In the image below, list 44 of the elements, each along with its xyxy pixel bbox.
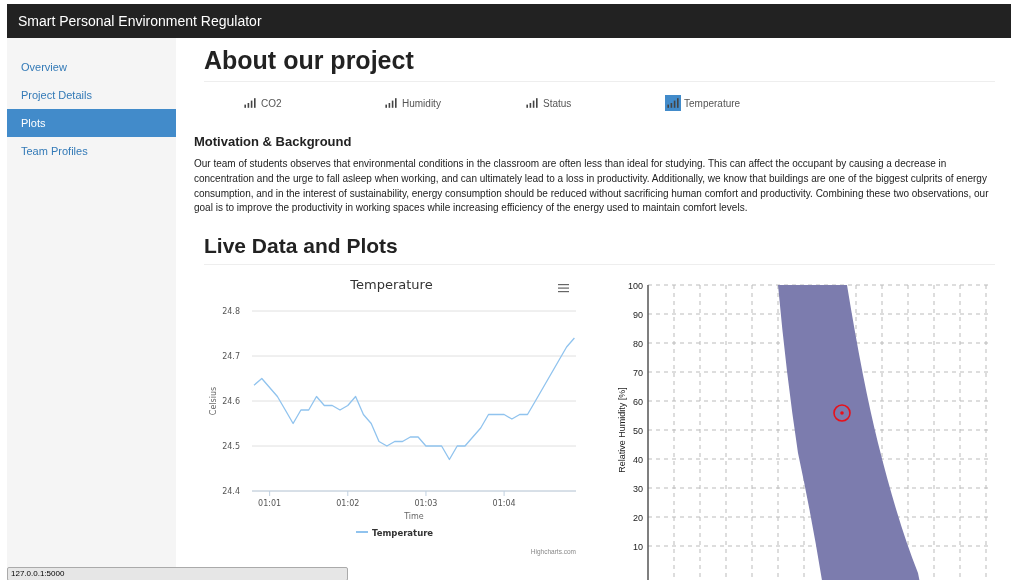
tab-label[interactable]: Temperature <box>684 97 741 109</box>
y-tick-label: 24.5 <box>222 442 240 452</box>
section-heading: Live Data and Plots <box>204 234 995 266</box>
tab-label[interactable]: CO2 <box>261 97 282 109</box>
status-url: 127.0.0.1:5000 <box>7 567 348 580</box>
y-tick-label: 24.6 <box>222 397 240 407</box>
x-tick-label: 01:02 <box>336 499 360 509</box>
page-title: About our project <box>204 46 995 82</box>
y-tick-label: 24.7 <box>222 352 240 362</box>
y-tick-label: 100 <box>628 280 643 291</box>
tab-label[interactable]: Humidity <box>402 97 441 109</box>
sidebar-item[interactable]: Plots <box>7 109 176 137</box>
motivation-paragraph: Our team of students observes that environmental conditions in the classroom are often less than ideal for studying. This can affect the occupant by causing a decrease in concentration and the urge to fall asleep when working, and can ultimately lead to a loss in productivity. Additionally, we know that buildings are one of the biggest culprits of energy consumption, and in the interest of sustainability, energy consumption should be reduced without sacrificing human comfort and productivity. Combining these two observations, our goal is to improve the productivity in working spaces while increasing efficiency of the energy used to maintain comfort levels. <box>194 157 990 216</box>
y-axis-title: Relative Humidity [%] <box>617 387 627 473</box>
y-tick-label: 60 <box>633 396 643 407</box>
sidebar-item[interactable]: Overview <box>7 53 176 81</box>
legend-label[interactable]: Temperature <box>372 528 434 539</box>
chart-title: Temperature <box>350 277 433 293</box>
x-axis-title: Time <box>404 512 424 522</box>
x-tick-label: 01:04 <box>492 499 516 509</box>
section-heading: Motivation & Background <box>194 134 353 149</box>
y-tick-label: 20 <box>633 512 643 523</box>
signal-bars-icon[interactable] <box>242 95 258 111</box>
y-tick-label: 50 <box>633 425 643 436</box>
signal-bars-icon[interactable] <box>383 95 399 111</box>
sidebar-item[interactable]: Project Details <box>7 81 176 109</box>
y-tick-label: 70 <box>633 367 643 378</box>
y-tick-label: 30 <box>633 483 643 494</box>
y-tick-label: 90 <box>633 309 643 320</box>
y-tick-label: 24.8 <box>222 307 240 317</box>
brand-title[interactable]: Smart Personal Environment Regulator <box>18 13 262 29</box>
signal-bars-icon[interactable] <box>524 95 540 111</box>
x-tick-label: 01:01 <box>258 499 282 509</box>
y-tick-label: 40 <box>633 454 643 465</box>
tab-label[interactable]: Status <box>543 97 572 109</box>
sidebar-item[interactable]: Team Profiles <box>7 137 176 165</box>
menu-icon[interactable] <box>558 284 569 293</box>
target-marker-icon <box>833 404 851 422</box>
y-axis-title: Celsius <box>209 387 218 416</box>
x-tick-label: 01:03 <box>414 499 438 509</box>
y-tick-label: 10 <box>633 541 643 552</box>
y-tick-label: 80 <box>633 338 643 349</box>
legend-line-icon <box>355 531 369 534</box>
y-tick-label: 24.4 <box>222 487 240 497</box>
